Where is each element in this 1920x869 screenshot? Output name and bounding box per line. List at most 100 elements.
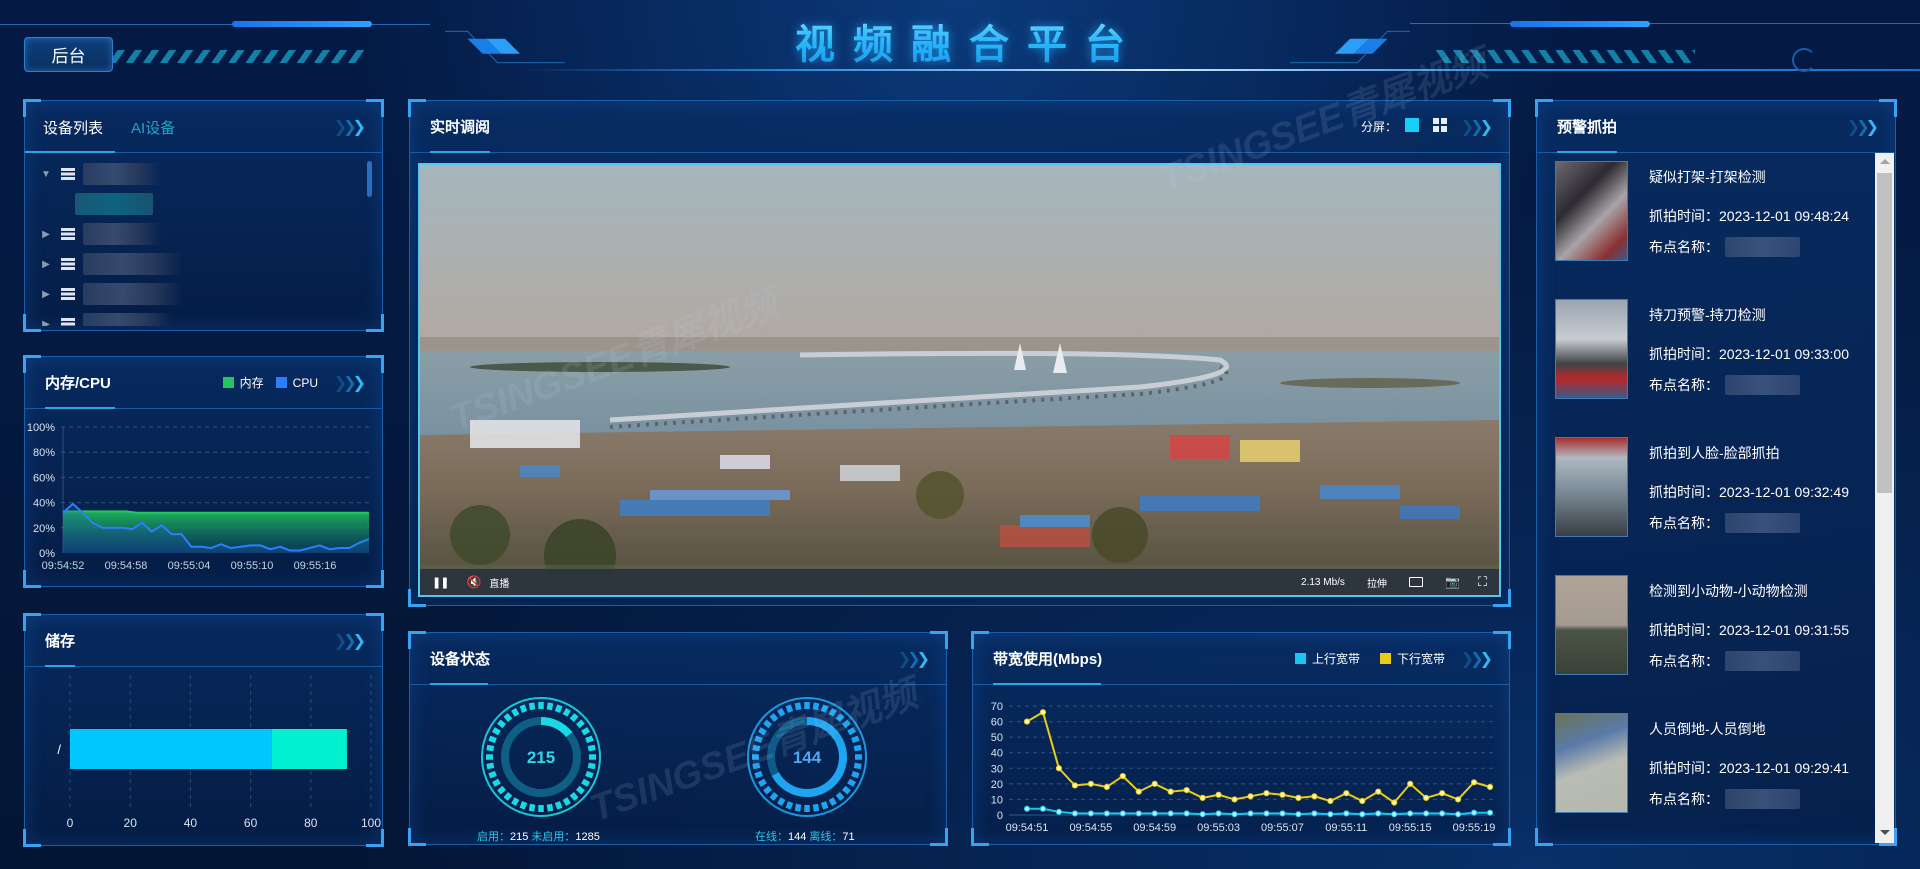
gauge-tick	[785, 704, 794, 713]
server-icon	[61, 257, 75, 271]
split-quad-button[interactable]	[1433, 118, 1447, 132]
gauge-tick	[847, 778, 857, 787]
gauge-tick	[851, 770, 860, 779]
alert-thumbnail[interactable]	[1555, 713, 1628, 813]
gauge-tick	[585, 735, 594, 744]
tree-node[interactable]: ▼	[39, 159, 368, 189]
gauge-tick	[488, 770, 497, 779]
tree-node-label-redacted	[83, 223, 161, 245]
caret-right-icon[interactable]: ▶	[39, 319, 53, 327]
download-point	[1247, 793, 1254, 800]
x-tick-label: 09:54:58	[105, 560, 148, 572]
island	[470, 362, 730, 372]
alert-item[interactable]: 抓拍到人脸-脸部抓拍 抓拍时间：2023-12-01 09:32:49 布点名称…	[1549, 437, 1875, 575]
caret-right-icon[interactable]: ▶	[39, 289, 53, 300]
tree-node[interactable]: ▶	[39, 219, 368, 249]
split-single-button[interactable]	[1405, 118, 1419, 132]
bandwidth-chart: 0 10 20 30 40 50 60 70 09:54:51 09:54:55 09:54:59 0…	[991, 701, 1496, 834]
y-tick-label: 0%	[39, 548, 55, 560]
alert-thumbnail[interactable]	[1555, 299, 1628, 399]
x-tick-label: 09:55:04	[168, 560, 211, 572]
gauge-tick	[812, 702, 820, 711]
caret-right-icon[interactable]: ▶	[39, 259, 53, 270]
pause-icon[interactable]: ❚❚	[432, 576, 449, 589]
upload-point	[1279, 810, 1286, 817]
alert-item[interactable]: 检测到小动物-小动物检测 抓拍时间：2023-12-01 09:31:55 布点…	[1549, 575, 1875, 713]
gauge-value: 215	[527, 748, 555, 767]
caret-down-icon[interactable]: ▼	[39, 169, 53, 180]
chevrons-icon: ❯❯❯	[897, 651, 930, 668]
gauge-tick	[757, 778, 767, 787]
island	[1280, 378, 1460, 388]
chevrons-icon: ❯❯❯	[333, 375, 366, 392]
scroll-up-arrow-icon[interactable]	[1880, 159, 1890, 164]
alert-time: 抓拍时间：2023-12-01 09:29:41	[1649, 760, 1849, 776]
download-point	[1423, 794, 1430, 801]
gauge-tick	[828, 797, 837, 807]
record-icon[interactable]	[1408, 577, 1423, 587]
alert-thumbnail[interactable]	[1555, 437, 1628, 537]
gauge-tick	[820, 801, 829, 810]
gauge-tick	[853, 762, 862, 770]
enabled-devices-gauge: 215	[481, 697, 601, 817]
alert-thumbnail[interactable]	[1555, 161, 1628, 261]
y-tick-label: 100%	[27, 422, 55, 434]
upload-point	[1215, 810, 1222, 817]
enabled-caption: 启用：215 未启用：1285	[477, 831, 600, 843]
upload-point	[1039, 805, 1047, 812]
gauge-tick	[587, 762, 596, 770]
y-tick-label: 60%	[33, 472, 55, 484]
y-tick-label: 40	[991, 748, 1003, 760]
alert-list-scrollbar[interactable]	[1875, 153, 1894, 843]
download-point	[1071, 782, 1078, 789]
upload-point	[1183, 810, 1190, 817]
tree-scrollbar[interactable]	[367, 161, 372, 197]
x-tick-label: 09:55:03	[1197, 822, 1240, 834]
gauge-tick	[777, 797, 786, 807]
scroll-down-arrow-icon[interactable]	[1880, 830, 1890, 835]
page-title: 视频融合平台	[0, 12, 1920, 70]
legend-swatch-download	[1379, 653, 1391, 664]
gauge-tick	[785, 801, 794, 810]
legend-label-download: 下行宽带	[1396, 652, 1445, 666]
panel-header: 预警抓拍 ❯❯❯	[1537, 101, 1895, 153]
gauge-tick	[763, 785, 772, 795]
scrollbar-thumb[interactable]	[1877, 173, 1892, 493]
bandwidth-panel: 带宽使用(Mbps) 上行宽带 下行宽带 ❯❯❯ 0 10 20 30 40 50 60 70…	[971, 631, 1511, 846]
x-tick-label: 09:55:07	[1261, 822, 1304, 834]
tree-node-label-redacted	[83, 253, 183, 275]
alert-title: 持刀预警-持刀检测	[1649, 307, 1766, 323]
mute-icon[interactable]: 🔇	[466, 575, 481, 589]
alert-item[interactable]: 持刀预警-持刀检测 抓拍时间：2023-12-01 09:33:00 布点名称：	[1549, 299, 1875, 437]
x-tick-label: 40	[184, 816, 198, 830]
video-player[interactable]: ❚❚ 🔇 直播 2.13 Mb/s 拉伸 📷 ⛶	[418, 163, 1501, 597]
download-point	[1183, 786, 1190, 794]
tree-node-child[interactable]	[39, 189, 368, 219]
upload-point	[1391, 811, 1398, 818]
fullscreen-icon[interactable]: ⛶	[1478, 574, 1487, 590]
tree-node[interactable]: ▶	[39, 279, 368, 309]
tab-device-list[interactable]: 设备列表	[43, 117, 103, 138]
tree-node[interactable]: ▶	[39, 249, 368, 279]
tree-node[interactable]: ▶	[39, 309, 368, 326]
x-tick-label: 09:54:59	[1133, 822, 1176, 834]
stretch-button[interactable]: 拉伸	[1367, 575, 1387, 590]
gauge-tick	[576, 785, 585, 795]
chevrons-icon: ❯❯❯	[1846, 119, 1879, 136]
panel-title: 实时调阅	[430, 119, 491, 136]
download-point	[1167, 788, 1174, 795]
upload-point	[1087, 810, 1094, 817]
alert-item[interactable]: 疑似打架-打架检测 抓拍时间：2023-12-01 09:48:24 布点名称：	[1549, 161, 1875, 299]
alert-title: 人员倒地-人员倒地	[1649, 721, 1766, 737]
backend-button[interactable]: 后台	[24, 37, 113, 72]
tab-ai-devices[interactable]: AI设备	[131, 117, 175, 138]
alert-item[interactable]: 人员倒地-人员倒地 抓拍时间：2023-12-01 09:29:41 布点名称：	[1549, 713, 1875, 836]
snapshot-icon[interactable]: 📷	[1445, 575, 1460, 589]
storage-bar-used	[70, 729, 272, 769]
alert-thumbnail[interactable]	[1555, 575, 1628, 675]
gauge-tick	[835, 792, 845, 801]
download-point	[1231, 796, 1238, 803]
alert-captures-panel: 预警抓拍 ❯❯❯ 疑似打架-打架检测 抓拍时间：2023-12-01 09:48…	[1535, 99, 1897, 846]
caret-right-icon[interactable]: ▶	[39, 229, 53, 240]
download-point	[1454, 796, 1462, 803]
